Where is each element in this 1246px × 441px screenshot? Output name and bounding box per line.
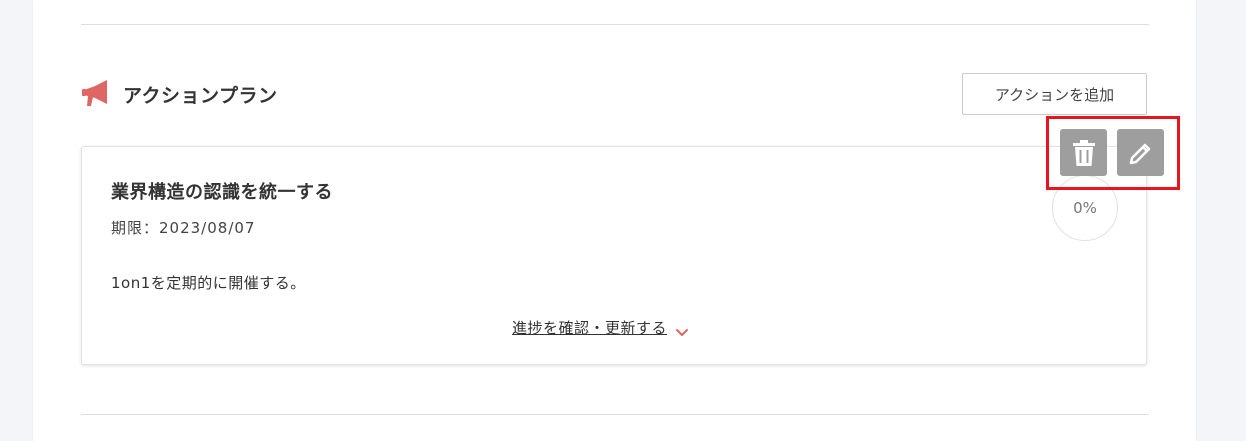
action-plan-title: 業界構造の認識を統一する	[111, 182, 333, 203]
top-divider	[81, 24, 1149, 25]
trash-icon	[1072, 139, 1096, 167]
chevron-down-icon[interactable]	[675, 323, 689, 336]
bottom-divider	[81, 414, 1149, 415]
action-plan-card: 業界構造の認識を統一する 期限：2023/08/07 1on1を定期的に開催する…	[81, 146, 1147, 365]
megaphone-icon	[81, 79, 109, 109]
action-plan-panel: アクションプラン アクションを追加 業界構造の認識を統一する 期限：2023/0…	[33, 0, 1196, 441]
pencil-icon	[1128, 140, 1154, 166]
delete-button[interactable]	[1060, 129, 1107, 176]
section-title: アクションプラン	[123, 84, 278, 107]
progress-update-link[interactable]: 進捗を確認・更新する	[512, 317, 689, 338]
action-plan-description: 1on1を定期的に開催する。	[111, 274, 306, 292]
progress-update-link-label[interactable]: 進捗を確認・更新する	[512, 317, 667, 338]
action-plan-deadline: 期限：2023/08/07	[111, 219, 256, 237]
add-action-button[interactable]: アクションを追加	[962, 73, 1147, 115]
card-action-buttons-highlight	[1046, 116, 1180, 190]
edit-button[interactable]	[1117, 129, 1164, 176]
section-header: アクションプラン	[81, 76, 277, 112]
